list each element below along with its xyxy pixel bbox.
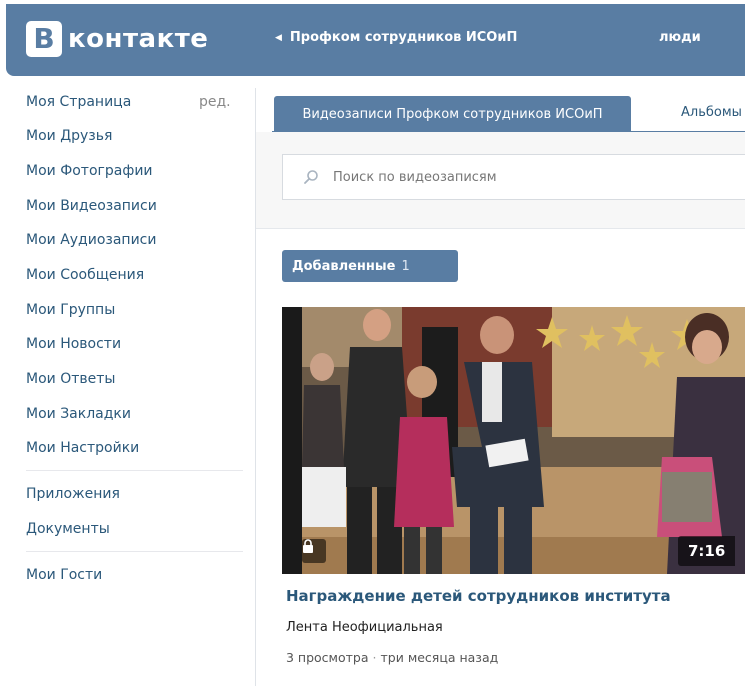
video-time: три месяца назад <box>380 650 499 665</box>
tab-albums[interactable]: Альбомы <box>681 105 742 120</box>
back-to-group-link[interactable]: ◀ Профком сотрудников ИСОиП <box>275 30 517 45</box>
top-header: В контакте ◀ Профком сотрудников ИСОиП л… <box>0 0 745 88</box>
video-meta: 3 просмотра · три месяца назад <box>286 650 498 665</box>
video-views: 3 просмотра <box>286 650 369 665</box>
sidebar-item-bookmarks[interactable]: Мои Закладки <box>26 406 131 422</box>
main-content: Видеозаписи Профком сотрудников ИСОиП Ал… <box>256 88 745 686</box>
search-area <box>256 132 745 228</box>
people-link[interactable]: люди <box>659 30 701 45</box>
sidebar-item-groups[interactable]: Мои Группы <box>26 302 115 318</box>
lock-icon <box>302 539 326 563</box>
sidebar-item-apps[interactable]: Приложения <box>26 486 120 502</box>
logo-text: контакте <box>68 24 209 54</box>
vk-logo[interactable]: В контакте <box>26 21 208 57</box>
video-thumbnail[interactable]: 7:16 <box>282 307 745 574</box>
search-box[interactable] <box>282 154 745 200</box>
sidebar-item-videos[interactable]: Мои Видеозаписи <box>26 198 157 214</box>
sidebar: Моя Страница ред. Мои Друзья Мои Фотогра… <box>0 88 250 686</box>
sidebar-divider <box>26 551 243 552</box>
search-area-border <box>256 228 745 229</box>
search-icon <box>304 170 318 184</box>
meta-separator: · <box>372 650 377 665</box>
sidebar-item-audio[interactable]: Мои Аудиозаписи <box>26 232 156 248</box>
video-title[interactable]: Награждение детей сотрудников института <box>286 587 671 605</box>
sidebar-divider <box>26 470 243 471</box>
video-frame-image <box>282 307 745 574</box>
back-arrow-icon: ◀ <box>275 32 282 43</box>
sidebar-item-settings[interactable]: Мои Настройки <box>26 440 139 456</box>
video-author[interactable]: Лента Неофициальная <box>286 620 443 635</box>
video-duration: 7:16 <box>678 536 736 566</box>
sidebar-item-documents[interactable]: Документы <box>26 521 110 537</box>
edit-link[interactable]: ред. <box>199 94 231 110</box>
logo-letter: В <box>26 21 62 57</box>
sidebar-item-news[interactable]: Мои Новости <box>26 336 121 352</box>
added-label: Добавленные <box>292 258 396 274</box>
sidebar-item-guests[interactable]: Мои Гости <box>26 567 102 583</box>
sidebar-item-my-page[interactable]: Моя Страница <box>26 94 131 110</box>
added-section-badge[interactable]: Добавленные 1 <box>282 250 458 282</box>
sidebar-item-photos[interactable]: Мои Фотографии <box>26 163 153 179</box>
search-input[interactable] <box>331 168 715 186</box>
added-count: 1 <box>401 258 410 274</box>
sidebar-item-messages[interactable]: Мои Сообщения <box>26 267 144 283</box>
back-link-label: Профком сотрудников ИСОиП <box>289 30 518 45</box>
tab-group-videos[interactable]: Видеозаписи Профком сотрудников ИСОиП <box>274 96 631 132</box>
sidebar-item-answers[interactable]: Мои Ответы <box>26 371 115 387</box>
sidebar-item-friends[interactable]: Мои Друзья <box>26 128 112 144</box>
